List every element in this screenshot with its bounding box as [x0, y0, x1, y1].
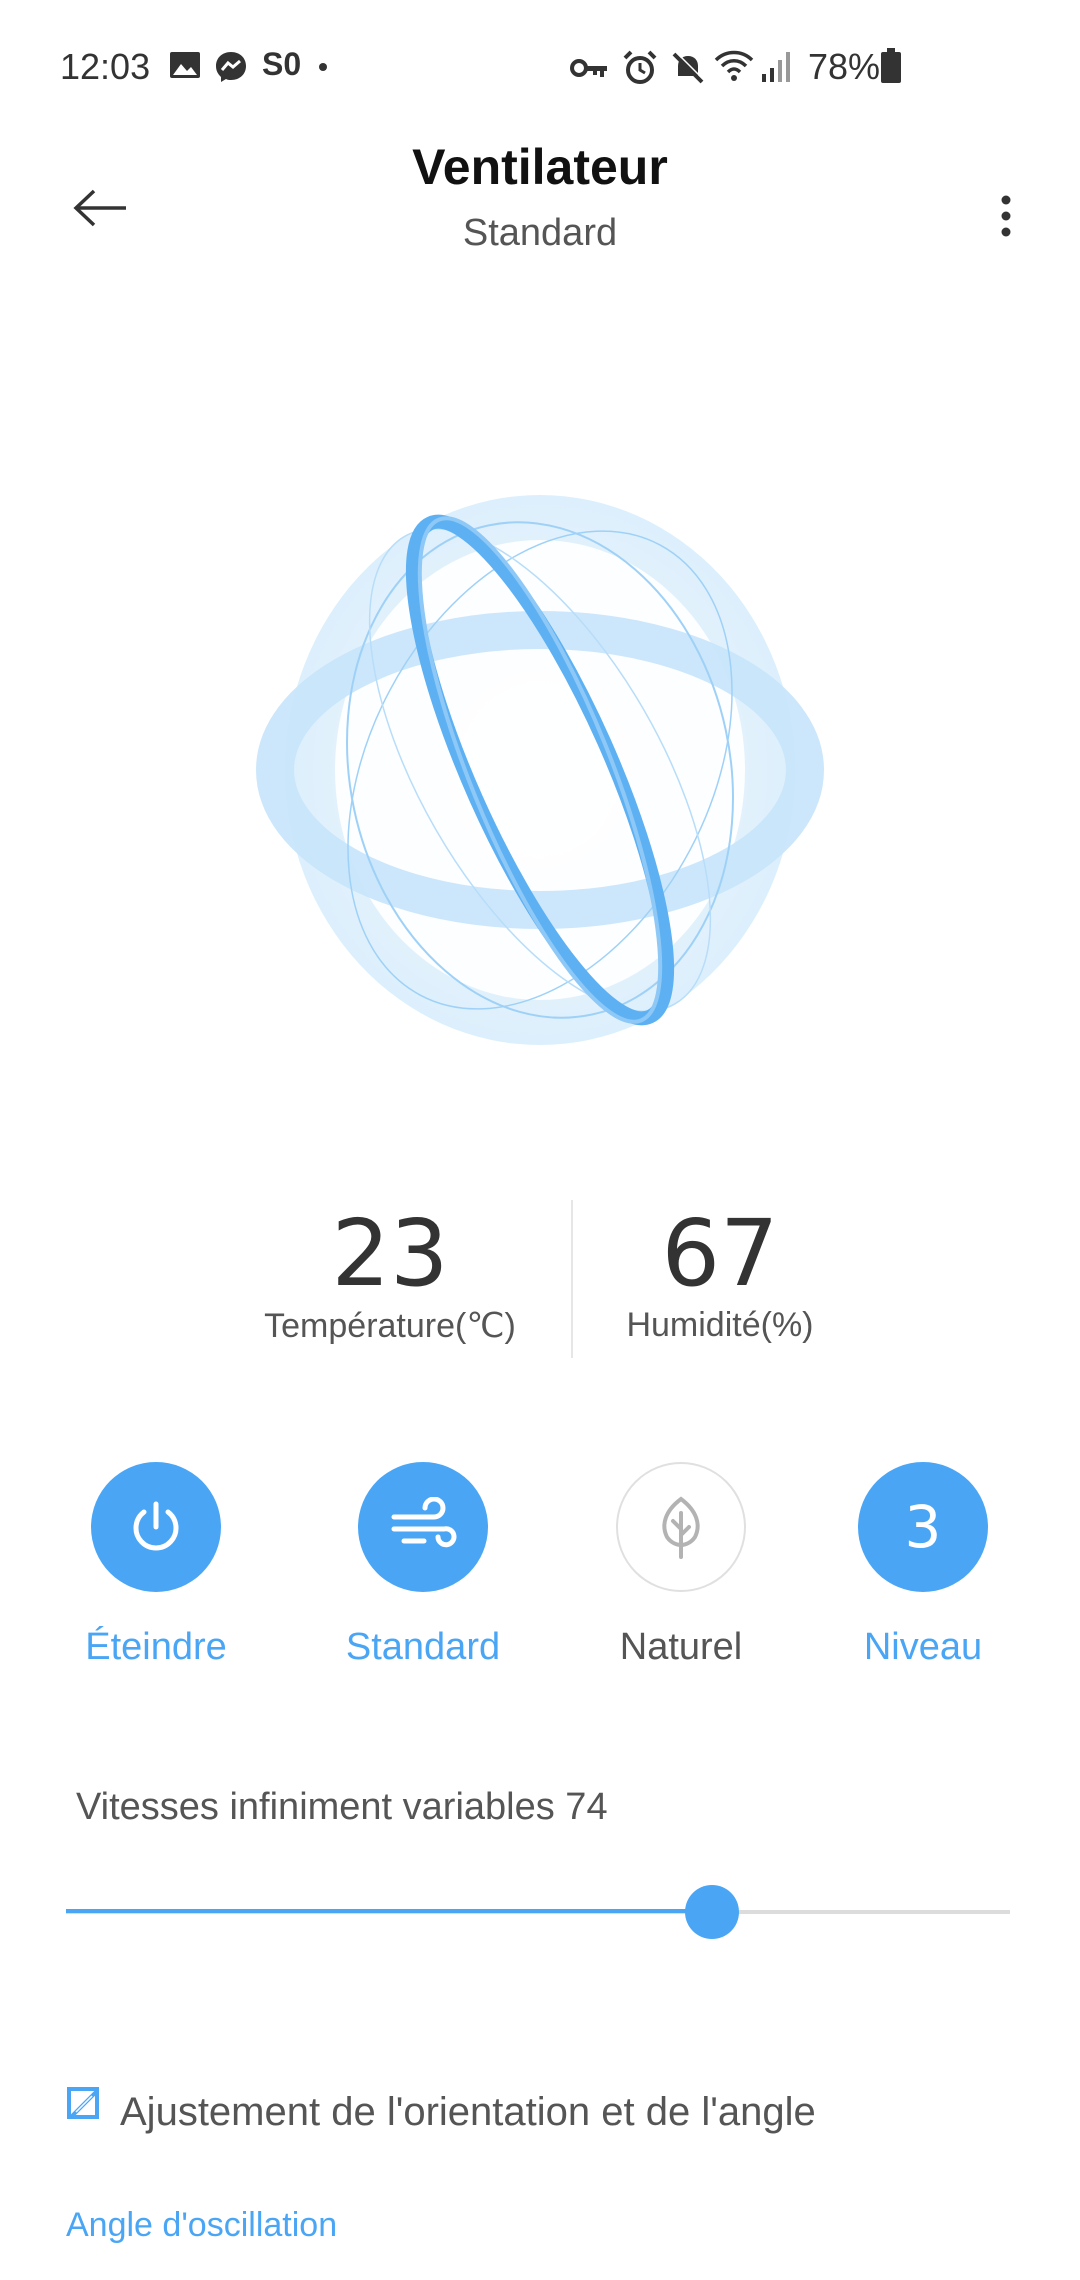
more-options-button[interactable]: [966, 166, 1046, 266]
edit-square-icon: [67, 2087, 99, 2119]
vpn-key-icon: [570, 59, 607, 77]
so-icon: S0: [262, 46, 302, 82]
mute-icon: [672, 51, 705, 84]
gallery-icon: [170, 52, 200, 78]
standard-button-circle[interactable]: [358, 1462, 488, 1592]
wind-icon: [391, 1497, 457, 1548]
power-icon: [133, 1501, 179, 1551]
mode-label-standard: Standard: [345, 1626, 501, 1668]
page-subtitle: Standard: [462, 212, 618, 254]
natural-mode-button[interactable]: Naturel: [566, 1462, 796, 1669]
mode-label-level: Niveau: [863, 1626, 983, 1668]
natural-button-circle[interactable]: [616, 1462, 746, 1592]
alarm-icon: [623, 50, 657, 84]
signal-icon: [762, 52, 790, 82]
level-value: 3: [904, 1493, 942, 1561]
temperature-value: 23: [331, 1200, 449, 1307]
temperature-label: Température(℃): [264, 1307, 516, 1345]
level-button-circle[interactable]: 3: [858, 1462, 988, 1592]
speed-slider-thumb[interactable]: [684, 1885, 739, 1939]
page-title: Ventilateur: [412, 139, 668, 195]
mode-label-natural: Naturel: [619, 1626, 743, 1668]
battery-icon: [881, 48, 901, 83]
power-button-circle[interactable]: [91, 1462, 221, 1592]
standard-mode-button[interactable]: Standard: [308, 1462, 538, 1669]
power-off-button[interactable]: Éteindre: [41, 1462, 271, 1669]
battery-level: 78%: [808, 46, 881, 87]
mode-label-power: Éteindre: [85, 1626, 227, 1668]
humidity-value: 67: [661, 1200, 779, 1307]
dot-icon: [319, 63, 327, 71]
leaf-icon: [662, 1496, 700, 1559]
messenger-icon: [216, 52, 246, 82]
more-vertical-icon: [1001, 195, 1011, 237]
status-time: 12:03: [60, 46, 151, 87]
level-button[interactable]: 3 Niveau: [808, 1462, 1038, 1669]
fan-animation-graphic: [256, 495, 824, 1045]
speed-label: Vitesses infiniment variables 74: [76, 1786, 608, 1828]
wifi-icon: [714, 50, 754, 81]
oscillation-angle-link[interactable]: Angle d'oscillation: [66, 2206, 337, 2245]
speed-slider-fill: [66, 1909, 712, 1913]
humidity-label: Humidité(%): [626, 1306, 814, 1344]
orientation-angle-label: Ajustement de l'orientation et de l'angl…: [120, 2090, 816, 2134]
